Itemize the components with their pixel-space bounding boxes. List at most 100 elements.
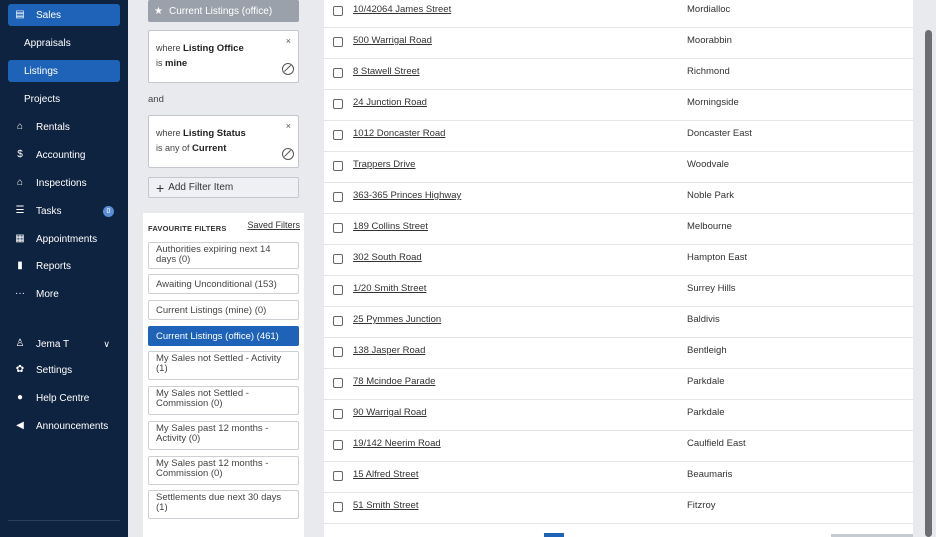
- favourite-filter-item[interactable]: Awaiting Unconditional (153): [148, 274, 299, 294]
- row-checkbox[interactable]: [333, 502, 343, 512]
- listing-address-link[interactable]: 24 Junction Road: [353, 97, 427, 108]
- listing-address-link[interactable]: 1012 Doncaster Road: [353, 128, 445, 139]
- table-row[interactable]: 51 Smith Street Fitzroy: [324, 493, 913, 524]
- filter-condition-listing-status[interactable]: where Listing Status is any of Current ×: [148, 115, 299, 168]
- listing-address-link[interactable]: 19/142 Neerim Road: [353, 438, 441, 449]
- sidebar-item-listings[interactable]: Listings: [8, 60, 120, 82]
- table-row[interactable]: 189 Collins Street Melbourne: [324, 214, 913, 245]
- listing-suburb: Parkdale: [687, 407, 725, 418]
- tasks-count-badge: 0: [103, 205, 114, 217]
- filter-panel: ★ Current Listings (office) where Listin…: [140, 0, 307, 537]
- listing-address-link[interactable]: 500 Warrigal Road: [353, 35, 432, 46]
- remove-condition-close-icon[interactable]: ×: [286, 36, 291, 46]
- table-row[interactable]: 90 Warrigal Road Parkdale: [324, 400, 913, 431]
- listing-address-link[interactable]: 10/42064 James Street: [353, 4, 451, 15]
- table-row[interactable]: 138 Jasper Road Bentleigh: [324, 338, 913, 369]
- table-row[interactable]: 15 Alfred Street Beaumaris: [324, 462, 913, 493]
- table-row[interactable]: 8 Stawell Street Richmond: [324, 59, 913, 90]
- row-checkbox[interactable]: [333, 409, 343, 419]
- user-menu[interactable]: ♙ Jema T ∨: [8, 333, 120, 355]
- table-row[interactable]: Trappers Drive Woodvale: [324, 152, 913, 183]
- saved-filters-link[interactable]: Saved Filters: [247, 220, 300, 230]
- sidebar-item-label: Appraisals: [24, 37, 71, 49]
- table-row[interactable]: 500 Warrigal Road Moorabbin: [324, 28, 913, 59]
- listing-address-link[interactable]: 8 Stawell Street: [353, 66, 420, 77]
- row-checkbox[interactable]: [333, 37, 343, 47]
- listing-address-link[interactable]: 1/20 Smith Street: [353, 283, 426, 294]
- sidebar-item-announcements[interactable]: ◀ Announcements: [8, 415, 120, 437]
- scrollbar-thumb[interactable]: [925, 30, 932, 537]
- favourite-filter-item[interactable]: My Sales not Settled - Activity (1): [148, 351, 299, 380]
- listing-address-link[interactable]: Trappers Drive: [353, 159, 415, 170]
- favourite-filter-item[interactable]: Authorities expiring next 14 days (0): [148, 242, 299, 269]
- favourite-filter-item[interactable]: My Sales not Settled - Commission (0): [148, 386, 299, 415]
- row-checkbox[interactable]: [333, 316, 343, 326]
- filter-condition-listing-office[interactable]: where Listing Office is mine ×: [148, 30, 299, 83]
- listing-address-link[interactable]: 302 South Road: [353, 252, 422, 263]
- table-row[interactable]: 19/142 Neerim Road Caulfield East: [324, 431, 913, 462]
- sidebar-item-label: Projects: [24, 93, 61, 105]
- disable-condition-icon[interactable]: [282, 148, 294, 160]
- listing-suburb: Morningside: [687, 97, 739, 108]
- row-checkbox[interactable]: [333, 6, 343, 16]
- sidebar-item-more[interactable]: ··· More: [8, 283, 120, 305]
- disable-condition-icon[interactable]: [282, 63, 294, 75]
- listing-suburb: Caulfield East: [687, 438, 746, 449]
- favourite-filter-item[interactable]: My Sales past 12 months - Activity (0): [148, 421, 299, 450]
- row-checkbox[interactable]: [333, 192, 343, 202]
- row-checkbox[interactable]: [333, 68, 343, 78]
- listing-address-link[interactable]: 189 Collins Street: [353, 221, 428, 232]
- favourite-filter-item[interactable]: My Sales past 12 months - Commission (0): [148, 456, 299, 485]
- table-row[interactable]: 1012 Doncaster Road Doncaster East: [324, 121, 913, 152]
- sidebar-item-accounting[interactable]: $ Accounting: [8, 144, 120, 166]
- pagination-current-page[interactable]: [544, 533, 564, 537]
- sidebar-item-settings[interactable]: ✿ Settings: [8, 359, 120, 381]
- row-checkbox[interactable]: [333, 99, 343, 109]
- favourite-filter-item[interactable]: Current Listings (mine) (0): [148, 300, 299, 320]
- listing-suburb: Woodvale: [687, 159, 730, 170]
- favourite-filter-item-active[interactable]: Current Listings (office) (461): [148, 326, 299, 346]
- row-checkbox[interactable]: [333, 223, 343, 233]
- page-scrollbar[interactable]: [921, 0, 936, 537]
- row-checkbox[interactable]: [333, 471, 343, 481]
- table-row[interactable]: 78 Mcindoe Parade Parkdale: [324, 369, 913, 400]
- table-row[interactable]: 25 Pymmes Junction Baldivis: [324, 307, 913, 338]
- table-row[interactable]: 10/42064 James Street Mordialloc: [324, 0, 913, 28]
- listing-address-link[interactable]: 138 Jasper Road: [353, 345, 425, 356]
- sidebar-item-label: Accounting: [36, 149, 86, 161]
- remove-condition-close-icon[interactable]: ×: [286, 121, 291, 131]
- row-checkbox[interactable]: [333, 347, 343, 357]
- sidebar-item-reports[interactable]: ▮ Reports: [8, 255, 120, 277]
- sidebar-item-projects[interactable]: Projects: [8, 88, 120, 110]
- listing-address-link[interactable]: 25 Pymmes Junction: [353, 314, 441, 325]
- row-checkbox[interactable]: [333, 161, 343, 171]
- table-row[interactable]: 1/20 Smith Street Surrey Hills: [324, 276, 913, 307]
- table-row[interactable]: 24 Junction Road Morningside: [324, 90, 913, 121]
- calendar-icon: ▦: [15, 233, 25, 244]
- row-checkbox[interactable]: [333, 130, 343, 140]
- sidebar-item-appointments[interactable]: ▦ Appointments: [8, 228, 120, 250]
- row-checkbox[interactable]: [333, 378, 343, 388]
- sidebar-item-help-centre[interactable]: ● Help Centre: [8, 387, 120, 409]
- listing-address-link[interactable]: 51 Smith Street: [353, 500, 418, 511]
- add-filter-item-button[interactable]: + Add Filter Item: [148, 177, 299, 198]
- sidebar-item-label: Settings: [36, 364, 73, 376]
- current-filter-bar[interactable]: ★ Current Listings (office): [148, 0, 299, 22]
- row-checkbox[interactable]: [333, 254, 343, 264]
- listing-address-link[interactable]: 15 Alfred Street: [353, 469, 418, 480]
- home-icon: ⌂: [16, 121, 24, 132]
- listing-address-link[interactable]: 363-365 Princes Highway: [353, 190, 461, 201]
- table-row[interactable]: 363-365 Princes Highway Noble Park: [324, 183, 913, 214]
- table-row[interactable]: 302 South Road Hampton East: [324, 245, 913, 276]
- sidebar-item-inspections[interactable]: ⌂ Inspections: [8, 172, 120, 194]
- sidebar-item-sales[interactable]: ▤ Sales: [8, 4, 120, 26]
- listing-address-link[interactable]: 78 Mcindoe Parade: [353, 376, 435, 387]
- row-checkbox[interactable]: [333, 285, 343, 295]
- listing-address-link[interactable]: 90 Warrigal Road: [353, 407, 427, 418]
- favourite-filter-item[interactable]: Settlements due next 30 days (1): [148, 490, 299, 519]
- condition-where: where: [156, 43, 181, 53]
- sidebar-item-appraisals[interactable]: Appraisals: [8, 32, 120, 54]
- row-checkbox[interactable]: [333, 440, 343, 450]
- sidebar-item-tasks[interactable]: ☰ Tasks 0: [8, 200, 120, 222]
- sidebar-item-rentals[interactable]: ⌂ Rentals: [8, 116, 120, 138]
